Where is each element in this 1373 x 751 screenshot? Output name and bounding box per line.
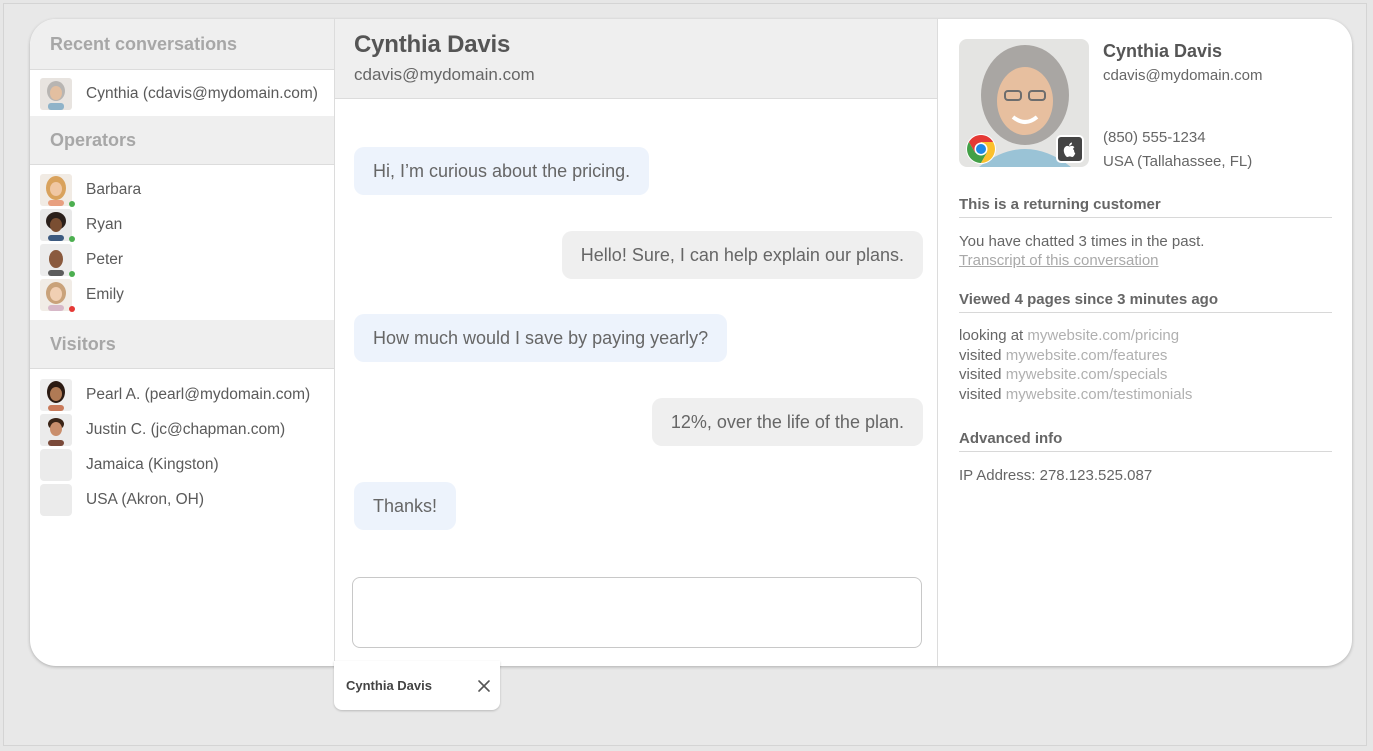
visitors-list: Pearl A. (pearl@mydomain.com) Justin C. … — [30, 369, 334, 525]
status-online-dot — [69, 200, 75, 207]
visitor-label: Jamaica (Kingston) — [86, 455, 219, 473]
page-line: visited mywebsite.com/testimonials — [959, 385, 1193, 403]
recent-conversations-list: Cynthia (cdavis@mydomain.com) — [30, 70, 334, 116]
page-url-link[interactable]: mywebsite.com/pricing — [1027, 327, 1179, 344]
chat-panel: Cynthia Davis cdavis@mydomain.com Hi, I’… — [335, 19, 938, 666]
operator-item-emily[interactable]: Emily — [30, 277, 334, 312]
operator-item-peter[interactable]: Peter — [30, 242, 334, 277]
avatar-placeholder — [40, 483, 72, 516]
avatar — [40, 77, 72, 110]
sidebar: Recent conversations Cynthia (cdavis@myd… — [30, 19, 335, 666]
close-icon[interactable] — [476, 678, 492, 694]
status-away-dot — [69, 305, 75, 312]
page-list: looking at mywebsite.com/pricing visited… — [959, 326, 1332, 404]
visitor-item-justin[interactable]: Justin C. (jc@chapman.com) — [30, 412, 334, 447]
profile-name: Cynthia Davis — [1103, 41, 1223, 61]
page-line: visited mywebsite.com/features — [959, 346, 1168, 364]
desktop-background: Recent conversations Cynthia (cdavis@myd… — [3, 3, 1367, 746]
page-url-link[interactable]: mywebsite.com/testimonials — [1006, 386, 1193, 403]
operator-label: Emily — [86, 285, 124, 303]
message-operator: 12%, over the life of the plan. — [651, 398, 923, 446]
visitor-item-jamaica[interactable]: Jamaica (Kingston) — [30, 447, 334, 482]
conversation-tab[interactable]: Cynthia Davis — [334, 661, 500, 710]
message-operator: Hello! Sure, I can help explain our plan… — [561, 231, 923, 279]
recent-item-label: Cynthia (cdavis@mydomain.com) — [86, 84, 318, 102]
visitor-label: Pearl A. (pearl@mydomain.com) — [86, 385, 311, 403]
profile-phone: (850) 555-1234 — [1103, 129, 1206, 146]
profile-email: cdavis@mydomain.com — [1103, 67, 1263, 84]
section-title: Viewed 4 pages since 3 minutes ago — [959, 291, 1332, 313]
page-url-link[interactable]: mywebsite.com/specials — [1006, 366, 1168, 383]
returning-text: You have chatted 3 times in the past. — [959, 233, 1205, 250]
avatar — [40, 208, 75, 242]
visitors-header: Visitors — [30, 320, 334, 369]
visitor-label: Justin C. (jc@chapman.com) — [86, 420, 286, 438]
avatar — [40, 413, 72, 446]
chat-contact-name: Cynthia Davis — [354, 31, 511, 58]
chat-contact-email: cdavis@mydomain.com — [354, 65, 535, 84]
visitor-item-akron[interactable]: USA (Akron, OH) — [30, 482, 334, 517]
avatar — [40, 278, 75, 312]
page-line: looking at mywebsite.com/pricing — [959, 327, 1180, 344]
message-input[interactable] — [352, 577, 922, 648]
status-online-dot — [69, 235, 75, 242]
avatar — [40, 173, 75, 207]
status-online-dot — [69, 270, 75, 277]
operator-label: Peter — [86, 250, 124, 268]
message-visitor: Thanks! — [354, 482, 457, 530]
returning-customer-section: This is a returning customer You have ch… — [959, 196, 1332, 269]
operator-label: Barbara — [86, 180, 142, 198]
operators-header: Operators — [30, 116, 334, 165]
conversation-tab-label: Cynthia Davis — [346, 678, 432, 693]
message-visitor: Hi, I’m curious about the pricing. — [354, 147, 650, 195]
apple-icon — [1056, 135, 1084, 163]
operators-list: Barbara Ryan Peter Emily — [30, 165, 334, 320]
visitor-item-pearl[interactable]: Pearl A. (pearl@mydomain.com) — [30, 377, 334, 412]
chrome-icon — [966, 134, 996, 164]
avatar — [40, 243, 75, 277]
avatar-placeholder — [40, 448, 72, 481]
operator-item-barbara[interactable]: Barbara — [30, 172, 334, 207]
profile-location: USA (Tallahassee, FL) — [1103, 153, 1253, 170]
ip-address: IP Address: 278.123.525.087 — [959, 467, 1153, 484]
visitor-info-panel: Cynthia Davis cdavis@mydomain.com (850) … — [939, 19, 1352, 666]
visitor-label: USA (Akron, OH) — [86, 490, 204, 508]
recent-item-cynthia[interactable]: Cynthia (cdavis@mydomain.com) — [30, 76, 334, 111]
operator-label: Ryan — [86, 215, 123, 233]
recent-conversations-header: Recent conversations — [30, 19, 334, 70]
avatar — [40, 378, 72, 411]
section-title: Advanced info — [959, 430, 1332, 452]
message-visitor: How much would I save by paying yearly? — [354, 314, 728, 362]
transcript-link[interactable]: Transcript of this conversation — [959, 252, 1332, 269]
section-title: This is a returning customer — [959, 196, 1332, 218]
operator-item-ryan[interactable]: Ryan — [30, 207, 334, 242]
page-line: visited mywebsite.com/specials — [959, 366, 1168, 383]
viewed-pages-section: Viewed 4 pages since 3 minutes ago looki… — [959, 291, 1332, 404]
advanced-info-section: Advanced info IP Address: 278.123.525.08… — [959, 430, 1332, 486]
chat-app-window: Recent conversations Cynthia (cdavis@myd… — [30, 19, 1352, 666]
chat-header: Cynthia Davis cdavis@mydomain.com — [335, 19, 937, 99]
page-url-link[interactable]: mywebsite.com/features — [1006, 347, 1168, 364]
